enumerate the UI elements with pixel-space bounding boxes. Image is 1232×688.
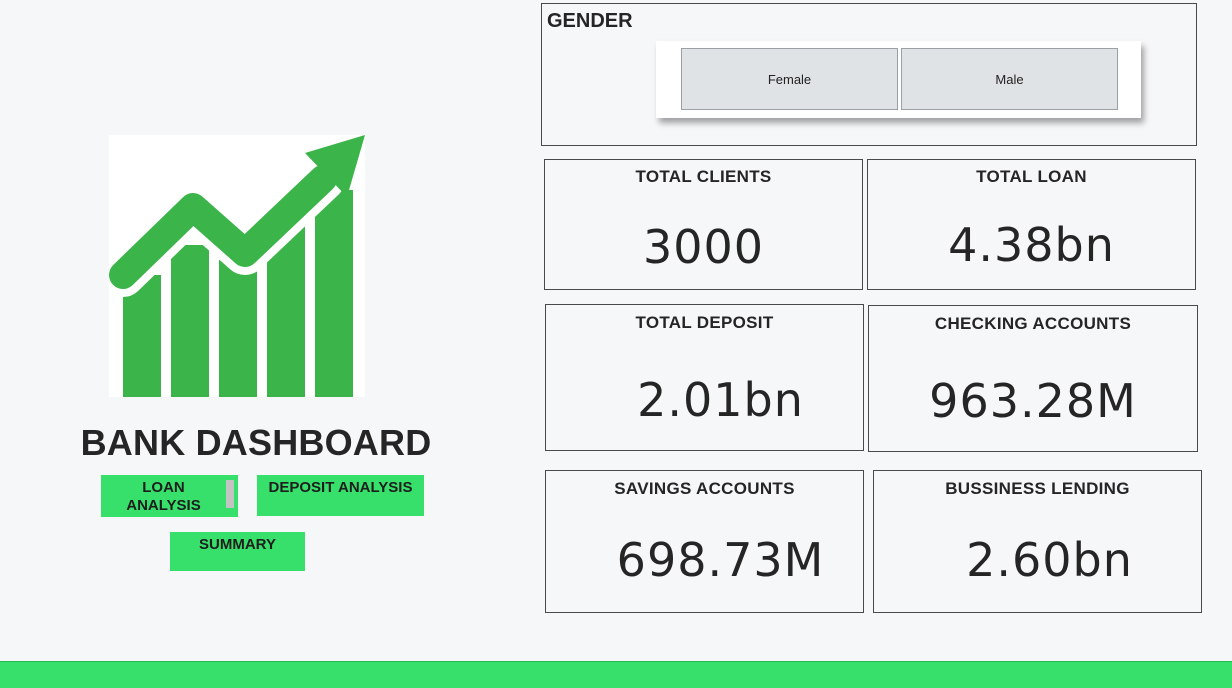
kpi-value: 963.28M [929,374,1137,428]
kpi-card-total-loan: TOTAL LOAN 4.38bn [867,159,1196,290]
kpi-card-business-lending: BUSSINESS LENDING 2.60bn [873,470,1202,613]
kpi-label: TOTAL DEPOSIT [635,313,774,332]
scrollbar-thumb[interactable] [226,480,234,508]
kpi-card-savings-accounts: SAVINGS ACCOUNTS 698.73M [545,470,864,613]
kpi-label: CHECKING ACCOUNTS [934,314,1132,333]
kpi-label: BUSSINESS LENDING [945,479,1130,498]
kpi-value: 2.60bn [966,533,1133,587]
gender-slicer-panel: GENDER Female Male [541,3,1197,146]
loan-analysis-button[interactable]: LOAN ANALYSIS [101,475,238,517]
kpi-card-total-deposit: TOTAL DEPOSIT 2.01bn [545,304,864,451]
kpi-label: TOTAL LOAN [976,167,1087,186]
kpi-card-checking-accounts: CHECKING ACCOUNTS 963.28M [868,305,1198,452]
kpi-value: 4.38bn [948,218,1115,272]
kpi-value: 3000 [642,220,765,274]
growth-chart-icon [109,135,365,397]
slicer-option-male[interactable]: Male [901,48,1118,110]
kpi-value: 2.01bn [637,373,804,427]
summary-button[interactable]: SUMMARY [170,532,305,571]
deposit-analysis-button[interactable]: DEPOSIT ANALYSIS [257,475,424,516]
gender-title: GENDER [547,10,633,32]
kpi-label: SAVINGS ACCOUNTS [614,479,795,498]
loan-analysis-label: LOAN ANALYSIS [126,479,201,514]
gender-slicer: Female Male [656,41,1141,118]
kpi-card-total-clients: TOTAL CLIENTS 3000 [544,159,863,290]
footer-bar [0,661,1232,688]
kpi-label: TOTAL CLIENTS [635,167,772,186]
kpi-value: 698.73M [616,533,825,587]
slicer-option-female[interactable]: Female [681,48,898,110]
page-title: BANK DASHBOARD [80,422,432,463]
